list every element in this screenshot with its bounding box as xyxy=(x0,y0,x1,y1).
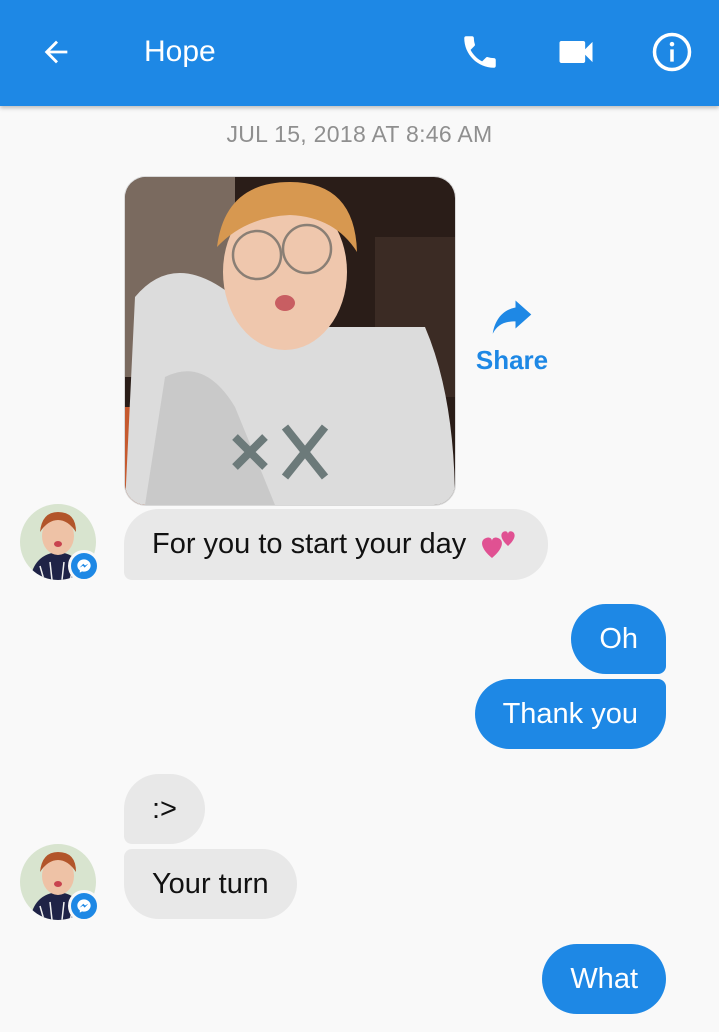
conversation-timestamp: JUL 15, 2018 AT 8:46 AM xyxy=(226,121,493,147)
share-label: Share xyxy=(475,345,549,375)
video-camera-icon xyxy=(559,41,593,63)
phone-icon xyxy=(464,36,496,68)
share-icon xyxy=(492,300,532,334)
message-text: What xyxy=(570,963,638,995)
back-button[interactable] xyxy=(34,30,78,74)
outgoing-message[interactable]: What xyxy=(542,944,666,1014)
back-arrow-icon xyxy=(44,40,68,64)
share-button[interactable]: Share xyxy=(472,300,552,377)
incoming-message[interactable]: For you to start your day xyxy=(124,509,549,580)
info-button[interactable] xyxy=(648,28,696,76)
contact-avatar[interactable] xyxy=(20,504,100,582)
messenger-badge-icon xyxy=(68,890,100,922)
message-text: Oh xyxy=(599,623,638,655)
two-hearts-emoji-icon xyxy=(482,531,516,559)
call-button[interactable] xyxy=(456,28,504,76)
message-text: Your turn xyxy=(152,868,269,900)
incoming-message[interactable]: Your turn xyxy=(124,849,297,919)
info-icon xyxy=(652,32,692,72)
message-text: Thank you xyxy=(502,698,638,730)
outgoing-message[interactable]: Thank you xyxy=(474,679,666,749)
shared-photo[interactable] xyxy=(124,176,456,506)
contact-avatar[interactable] xyxy=(20,844,100,922)
photo-image xyxy=(125,177,455,505)
app-bar: Hope xyxy=(0,0,719,106)
incoming-message[interactable]: :> xyxy=(124,774,205,844)
message-text: For you to start your day xyxy=(152,528,467,560)
messenger-badge-icon xyxy=(68,550,100,582)
video-call-button[interactable] xyxy=(552,28,600,76)
outgoing-message[interactable]: Oh xyxy=(571,604,666,674)
contact-name[interactable]: Hope xyxy=(144,32,216,72)
message-text: :> xyxy=(152,793,177,825)
